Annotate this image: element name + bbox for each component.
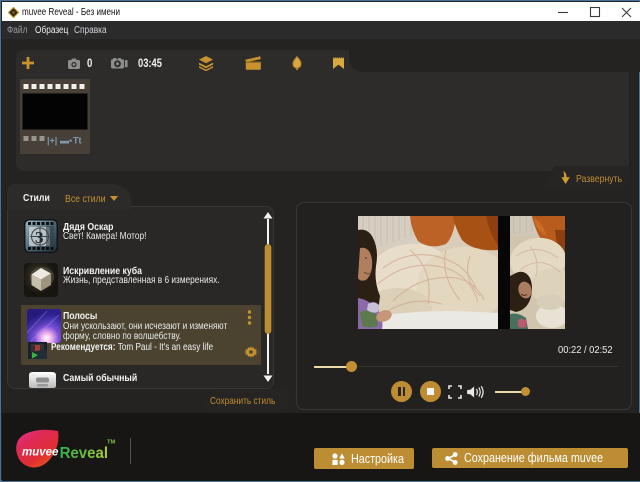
- svg-text:Reveal: Reveal: [60, 445, 108, 462]
- svg-text:|+|: |+|: [47, 136, 57, 146]
- svg-text:3: 3: [35, 228, 44, 247]
- svg-text:TM: TM: [107, 440, 116, 446]
- svg-text:▬▪: ▬▪: [60, 136, 72, 146]
- svg-text:Tt: Tt: [73, 136, 82, 146]
- svg-text:muvee: muvee: [22, 447, 59, 459]
